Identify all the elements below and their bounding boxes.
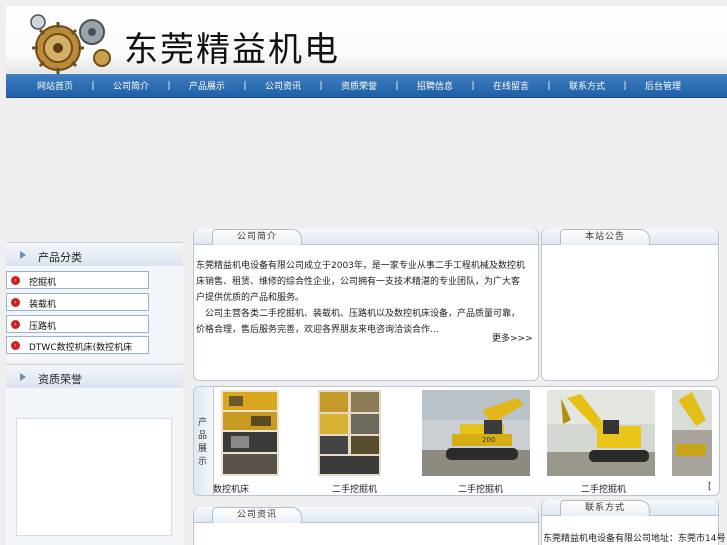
- category-item[interactable]: › DTWC数控机床(数控机床: [6, 336, 149, 354]
- nav-admin[interactable]: 后台管理: [632, 79, 694, 92]
- notice-box: [541, 229, 719, 381]
- product-caption: 二手挖掘机: [581, 485, 627, 495]
- products-side-char: 示: [198, 457, 208, 467]
- nav-separator: |: [319, 80, 323, 91]
- nav-jobs[interactable]: 招聘信息: [404, 79, 466, 92]
- category-item[interactable]: › 压路机: [6, 315, 149, 333]
- nav-news[interactable]: 公司资讯: [252, 79, 314, 92]
- honors-header: 资质荣誉: [6, 364, 183, 390]
- svg-text:200: 200: [482, 436, 495, 444]
- category-label: 挖掘机: [29, 278, 57, 288]
- nav-honors[interactable]: 资质荣誉: [328, 79, 390, 92]
- product-image: [221, 390, 279, 476]
- products-side-char: 展: [198, 444, 208, 454]
- nav-separator: |: [395, 80, 399, 91]
- arrow-bullet-icon: ›: [11, 276, 20, 285]
- nav-guestbook[interactable]: 在线留言: [480, 79, 542, 92]
- product-caption: 二手挖掘机: [332, 485, 378, 495]
- product-caption: 数控机床: [213, 485, 250, 495]
- arrow-bullet-icon: ›: [11, 320, 20, 329]
- products-side-char: 产: [198, 418, 208, 428]
- category-label: DTWC数控机床(数控机床: [29, 343, 133, 353]
- nav-separator: |: [243, 80, 247, 91]
- news-tab[interactable]: 公司资讯: [212, 507, 302, 523]
- nav-contact[interactable]: 联系方式: [556, 79, 618, 92]
- product-image: [672, 390, 712, 476]
- category-item[interactable]: › 装载机: [6, 293, 149, 311]
- products-box: 产 品 展 示 数控机床 二手挖掘机 200 二手挖掘机 二手挖掘机 [: [193, 386, 720, 496]
- contact-tab[interactable]: 联系方式: [560, 500, 650, 516]
- nav-separator: |: [91, 80, 95, 91]
- intro-paragraph: 东莞精益机电设备有限公司成立于2003年，是一家专业从事二手工程机械及数控机床销…: [196, 261, 525, 303]
- gears-logo-icon: [30, 14, 111, 74]
- nav-separator: |: [167, 80, 171, 91]
- site-header: 东莞精益机电: [6, 6, 727, 74]
- nav-separator: |: [547, 80, 551, 91]
- nav-separator: |: [623, 80, 627, 91]
- arrow-bullet-icon: ›: [11, 341, 20, 350]
- site-title: 东莞精益机电: [124, 30, 340, 70]
- products-side-tab: 产 品 展 示: [194, 387, 214, 495]
- nav-home[interactable]: 网站首页: [24, 79, 86, 92]
- product-caption: 二手挖掘机: [458, 485, 504, 495]
- intro-tab[interactable]: 公司简介: [212, 229, 302, 245]
- honors-title: 资质荣誉: [38, 373, 82, 386]
- arrow-bullet-icon: ›: [11, 298, 20, 307]
- triangle-bullet-icon: [20, 373, 26, 381]
- nav-products[interactable]: 产品展示: [176, 79, 238, 92]
- notice-tab[interactable]: 本站公告: [560, 229, 650, 245]
- category-label: 压路机: [29, 322, 57, 332]
- products-side-char: 品: [198, 431, 208, 441]
- product-image: [318, 390, 381, 476]
- category-label: 装载机: [29, 300, 57, 310]
- page: 东莞精益机电 网站首页 | 公司简介 | 产品展示 | 公司资讯 | 资质荣誉 …: [0, 0, 727, 545]
- product-image: 200: [422, 390, 530, 476]
- categories-header: 产品分类: [6, 242, 183, 268]
- nav-separator: |: [471, 80, 475, 91]
- nav-about[interactable]: 公司简介: [100, 79, 162, 92]
- more-link[interactable]: 更多>>>: [492, 331, 533, 344]
- products-side-label: 产 品 展 示: [198, 417, 210, 469]
- intro-text: 东莞精益机电设备有限公司成立于2003年，是一家专业从事二手工程机械及数控机床销…: [196, 258, 526, 338]
- product-caption: [: [708, 482, 712, 492]
- product-image: [547, 390, 655, 476]
- triangle-bullet-icon: [20, 251, 26, 259]
- intro-paragraph: 公司主营各类二手挖掘机、装载机、压路机以及数控机床设备，产品质量可靠，价格合理，…: [196, 309, 521, 335]
- category-item[interactable]: › 挖掘机: [6, 271, 149, 289]
- categories-title: 产品分类: [38, 251, 82, 264]
- main-nav: 网站首页 | 公司简介 | 产品展示 | 公司资讯 | 资质荣誉 | 招聘信息 …: [6, 74, 727, 98]
- honors-image-frame: [16, 418, 172, 536]
- contact-text: 东莞精益机电设备有限公司地址：东莞市14号: [543, 534, 726, 544]
